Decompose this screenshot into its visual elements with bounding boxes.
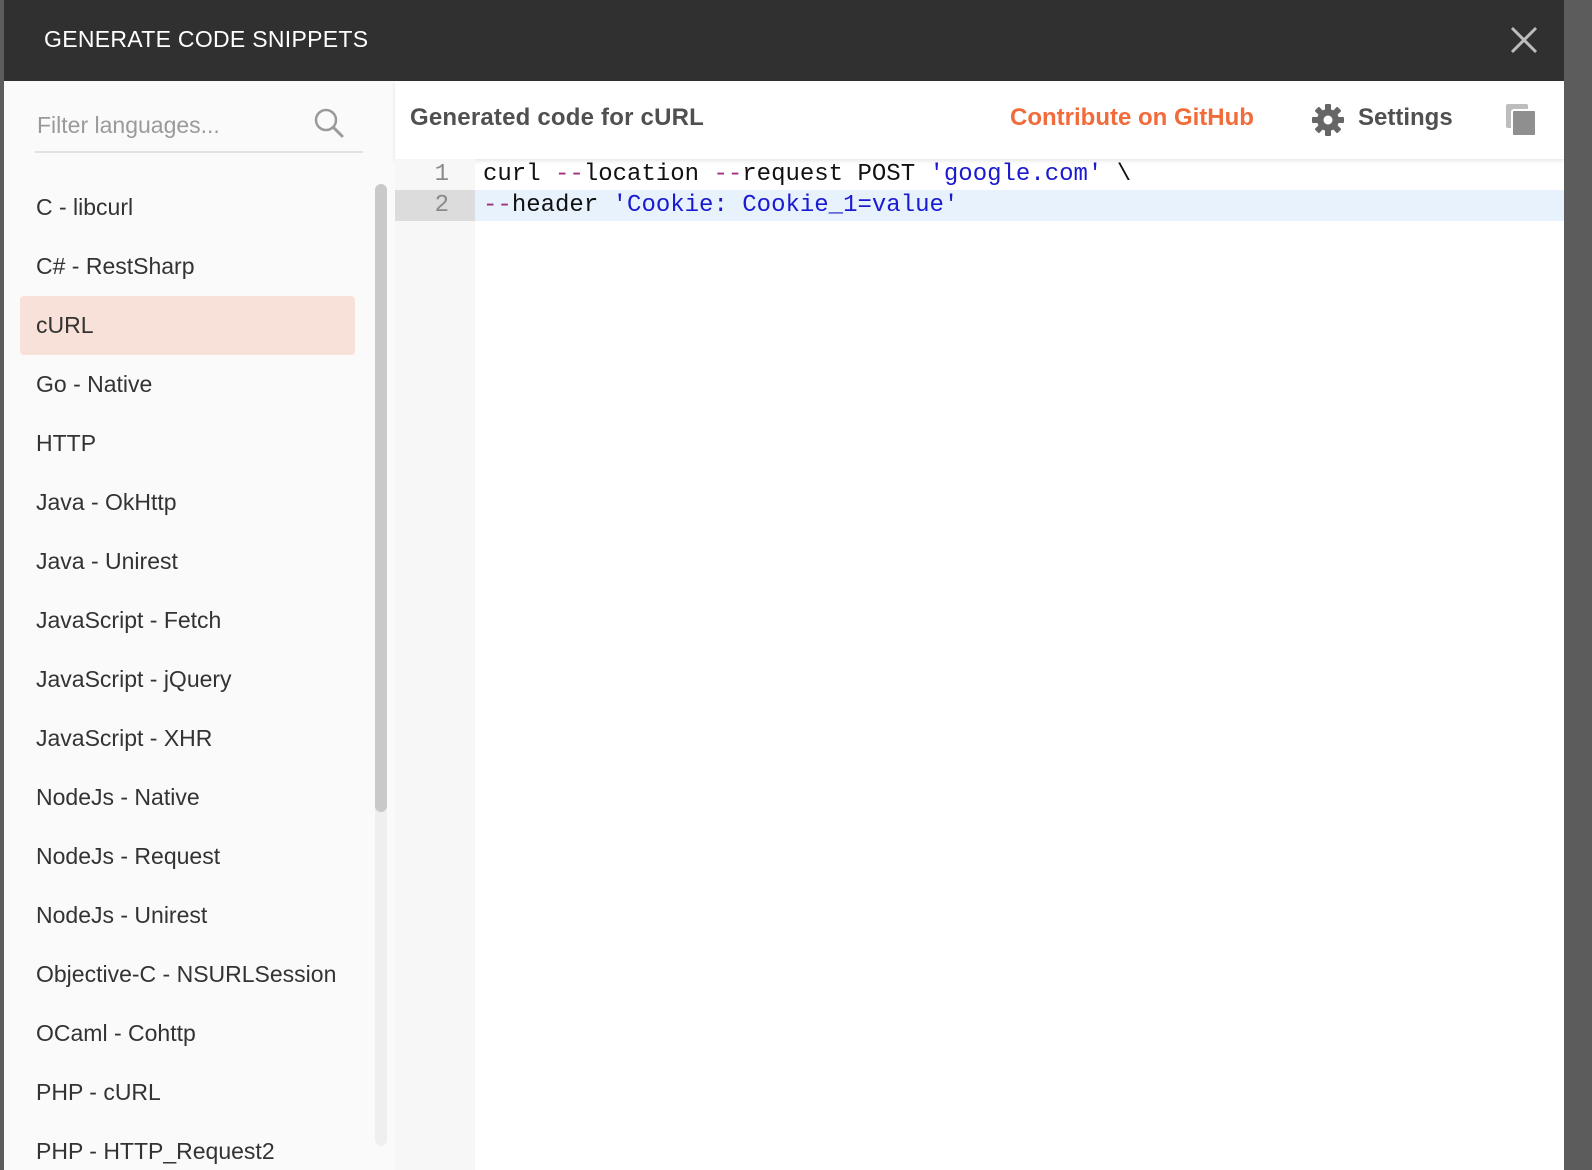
line-number: 2 <box>395 190 475 221</box>
code-string-token: 'google.com' <box>929 161 1103 188</box>
code-operator-token: -- <box>555 161 584 188</box>
language-filter <box>35 101 363 153</box>
language-item[interactable]: JavaScript - XHR <box>20 709 355 768</box>
language-item[interactable]: OCaml - Cohttp <box>20 1004 355 1063</box>
copy-button[interactable] <box>1505 103 1537 137</box>
language-item[interactable]: cURL <box>20 296 355 355</box>
generated-code-title: Generated code for cURL <box>410 104 704 131</box>
code-toolbar: Generated code for cURL Contribute on Gi… <box>395 81 1564 159</box>
code-token: request POST <box>742 161 930 188</box>
language-item[interactable]: JavaScript - Fetch <box>20 591 355 650</box>
code-line: 1 curl --location --request POST 'google.… <box>395 159 1564 190</box>
language-item[interactable]: NodeJs - Unirest <box>20 886 355 945</box>
language-item[interactable]: C - libcurl <box>20 178 355 237</box>
copy-icon <box>1506 104 1537 137</box>
gear-icon <box>1312 104 1344 136</box>
line-number-gutter <box>395 159 475 1170</box>
dialog-header: GENERATE CODE SNIPPETS <box>4 0 1564 81</box>
close-icon <box>1510 26 1538 54</box>
contribute-github-link[interactable]: Contribute on GitHub <box>1010 104 1254 132</box>
settings-label: Settings <box>1358 104 1453 131</box>
code-editor[interactable]: 1 curl --location --request POST 'google.… <box>395 159 1564 1170</box>
language-item[interactable]: Java - Unirest <box>20 532 355 591</box>
language-item[interactable]: Go - Native <box>20 355 355 414</box>
language-sidebar: C - libcurlC# - RestSharpcURLGo - Native… <box>4 81 396 1170</box>
close-button[interactable] <box>1506 22 1542 58</box>
language-item[interactable]: NodeJs - Native <box>20 768 355 827</box>
search-icon[interactable] <box>313 107 345 139</box>
code-text: curl --location --request POST 'google.c… <box>475 159 1564 190</box>
code-operator-token: -- <box>483 192 512 219</box>
language-item[interactable]: PHP - HTTP_Request2 <box>20 1122 355 1170</box>
sidebar-scrollbar[interactable] <box>375 184 387 1146</box>
line-number: 1 <box>434 161 449 188</box>
code-line: 2 --header 'Cookie: Cookie_1=value' <box>395 190 1564 221</box>
code-token: header <box>511 192 613 219</box>
code-text: --header 'Cookie: Cookie_1=value' <box>475 190 1564 221</box>
language-item[interactable]: NodeJs - Request <box>20 827 355 886</box>
dialog-title: GENERATE CODE SNIPPETS <box>44 26 369 52</box>
language-item[interactable]: JavaScript - jQuery <box>20 650 355 709</box>
language-item[interactable]: PHP - cURL <box>20 1063 355 1122</box>
language-item[interactable]: Objective-C - NSURLSession <box>20 945 355 1004</box>
language-item[interactable]: HTTP <box>20 414 355 473</box>
code-string-token: 'Cookie: Cookie_1=value' <box>612 192 959 219</box>
language-item[interactable]: Java - OkHttp <box>20 473 355 532</box>
code-token: location <box>583 161 714 188</box>
code-operator-token: -- <box>713 161 743 188</box>
filter-languages-input[interactable] <box>37 105 307 145</box>
generate-code-dialog: GENERATE CODE SNIPPETS C - libcurlC# - R… <box>4 0 1564 1170</box>
language-item[interactable]: C# - RestSharp <box>20 237 355 296</box>
code-token: curl <box>483 161 556 188</box>
code-token: \ <box>1102 161 1132 188</box>
sidebar-scrollbar-thumb[interactable] <box>375 184 387 812</box>
code-panel: Generated code for cURL Contribute on Gi… <box>395 81 1564 1170</box>
